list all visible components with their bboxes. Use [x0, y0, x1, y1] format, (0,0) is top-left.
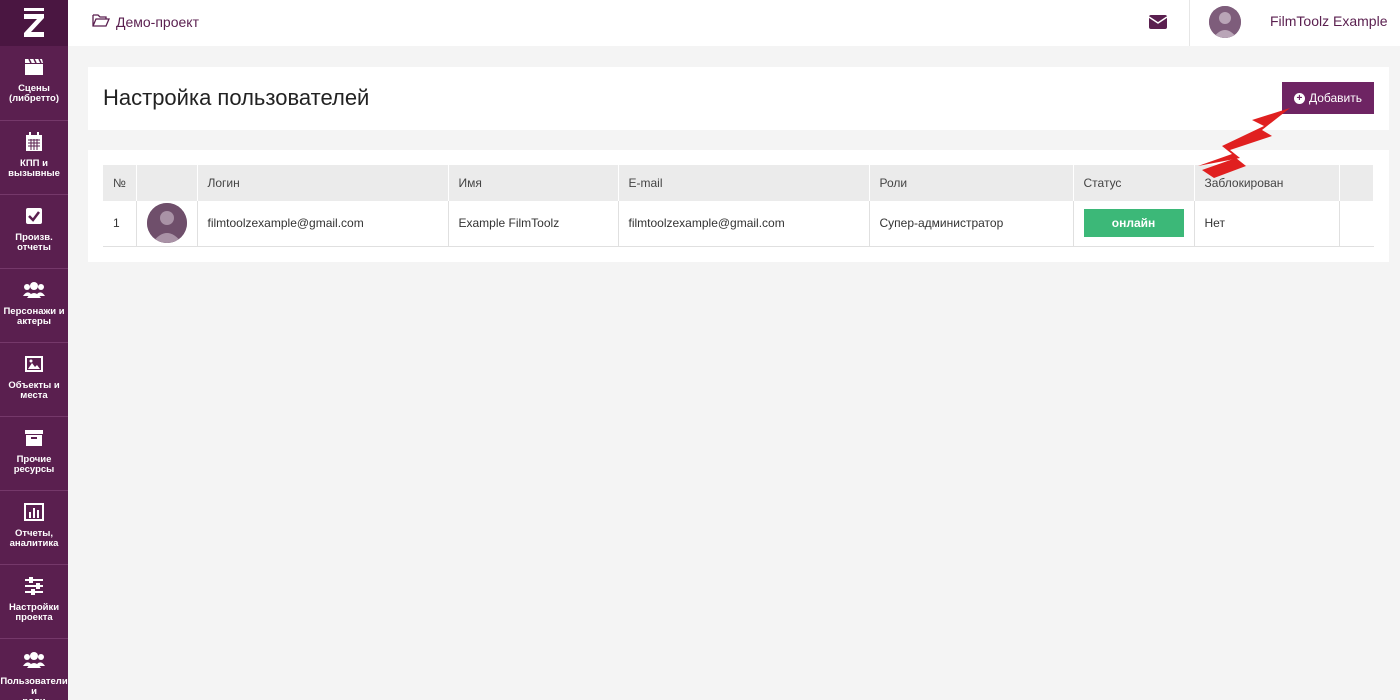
sidebar-item-label: Прочие ресурсы: [13, 454, 55, 475]
app-logo[interactable]: [0, 0, 68, 46]
table-row[interactable]: 1 filmtoolzexample@gmail.com Example Fil…: [103, 201, 1374, 247]
sidebar-item-analytics[interactable]: Отчеты, аналитика: [0, 490, 68, 564]
users-icon: [23, 649, 45, 671]
col-status[interactable]: Статус: [1073, 165, 1195, 201]
checkbox-icon: [23, 205, 45, 227]
folder-open-icon: [92, 13, 110, 30]
plus-circle-icon: +: [1293, 92, 1305, 104]
sliders-icon: [23, 575, 45, 597]
clapperboard-icon: [23, 56, 45, 78]
sidebar-item-label: Пользователи и роли: [0, 676, 68, 700]
col-roles[interactable]: Роли: [869, 165, 1074, 201]
image-icon: [23, 353, 45, 375]
cell-blocked: Нет: [1194, 201, 1340, 247]
table-header-row: № Логин Имя E-mail Роли Статус Заблокиро…: [103, 165, 1374, 201]
project-name: Демо-проект: [116, 13, 199, 30]
cell-number: 1: [103, 201, 137, 247]
cell-email: filmtoolzexample@gmail.com: [618, 201, 870, 247]
sidebar-item-reports-prod[interactable]: Произв. отчеты: [0, 194, 68, 268]
sidebar-item-project-settings[interactable]: Настройки проекта: [0, 564, 68, 638]
sidebar-item-users-roles[interactable]: Пользователи и роли: [0, 638, 68, 700]
page-title: Настройка пользователей: [103, 85, 370, 110]
sidebar-item-scenes[interactable]: Сцены (либретто): [0, 46, 68, 120]
logo-icon: [24, 8, 44, 37]
page-header: Настройка пользователей + Добавить: [88, 67, 1389, 130]
users-table: № Логин Имя E-mail Роли Статус Заблокиро…: [103, 165, 1374, 247]
sidebar: Сцены (либретто) КПП и вызывные Произв. …: [0, 0, 68, 700]
add-user-button[interactable]: + Добавить: [1282, 82, 1374, 114]
status-badge: онлайн: [1083, 209, 1184, 238]
archive-icon: [23, 427, 45, 449]
avatar: [146, 203, 187, 244]
col-number[interactable]: №: [103, 165, 137, 201]
cell-name: Example FilmToolz: [448, 201, 619, 247]
breadcrumb[interactable]: Демо-проект: [92, 13, 199, 30]
topbar: Демо-проект FilmToolz Example: [68, 0, 1400, 46]
envelope-icon[interactable]: [1148, 14, 1168, 32]
users-table-card: № Логин Имя E-mail Роли Статус Заблокиро…: [88, 150, 1389, 262]
user-name[interactable]: FilmToolz Example: [1270, 13, 1387, 29]
cell-status: онлайн: [1073, 201, 1195, 247]
sidebar-item-label: Персонажи и актеры: [3, 306, 65, 327]
sidebar-item-label: Отчеты, аналитика: [9, 528, 59, 549]
divider: [1189, 0, 1190, 46]
sidebar-item-objects[interactable]: Объекты и места: [0, 342, 68, 416]
sidebar-item-resources[interactable]: Прочие ресурсы: [0, 416, 68, 490]
sidebar-item-label: КПП и вызывные: [8, 158, 60, 179]
cell-avatar: [136, 201, 198, 247]
sidebar-item-kpp[interactable]: КПП и вызывные: [0, 120, 68, 194]
col-login[interactable]: Логин: [197, 165, 449, 201]
sidebar-item-label: Объекты и места: [8, 380, 60, 401]
sidebar-item-label: Сцены (либретто): [8, 83, 59, 104]
add-button-label: Добавить: [1308, 91, 1363, 105]
bar-chart-icon: [23, 501, 45, 523]
cell-login: filmtoolzexample@gmail.com: [197, 201, 449, 247]
sidebar-item-label: Произв. отчеты: [15, 232, 53, 253]
sidebar-item-characters[interactable]: Персонажи и актеры: [0, 268, 68, 342]
avatar[interactable]: [1209, 6, 1241, 38]
sidebar-item-label: Настройки проекта: [8, 602, 60, 623]
col-name[interactable]: Имя: [448, 165, 619, 201]
col-actions: [1339, 165, 1374, 201]
col-email[interactable]: E-mail: [618, 165, 870, 201]
cell-roles: Супер-администратор: [869, 201, 1074, 247]
calendar-icon: [23, 131, 45, 153]
col-avatar: [136, 165, 198, 201]
users-icon: [23, 279, 45, 301]
col-blocked[interactable]: Заблокирован: [1194, 165, 1340, 201]
cell-actions: [1339, 201, 1374, 247]
